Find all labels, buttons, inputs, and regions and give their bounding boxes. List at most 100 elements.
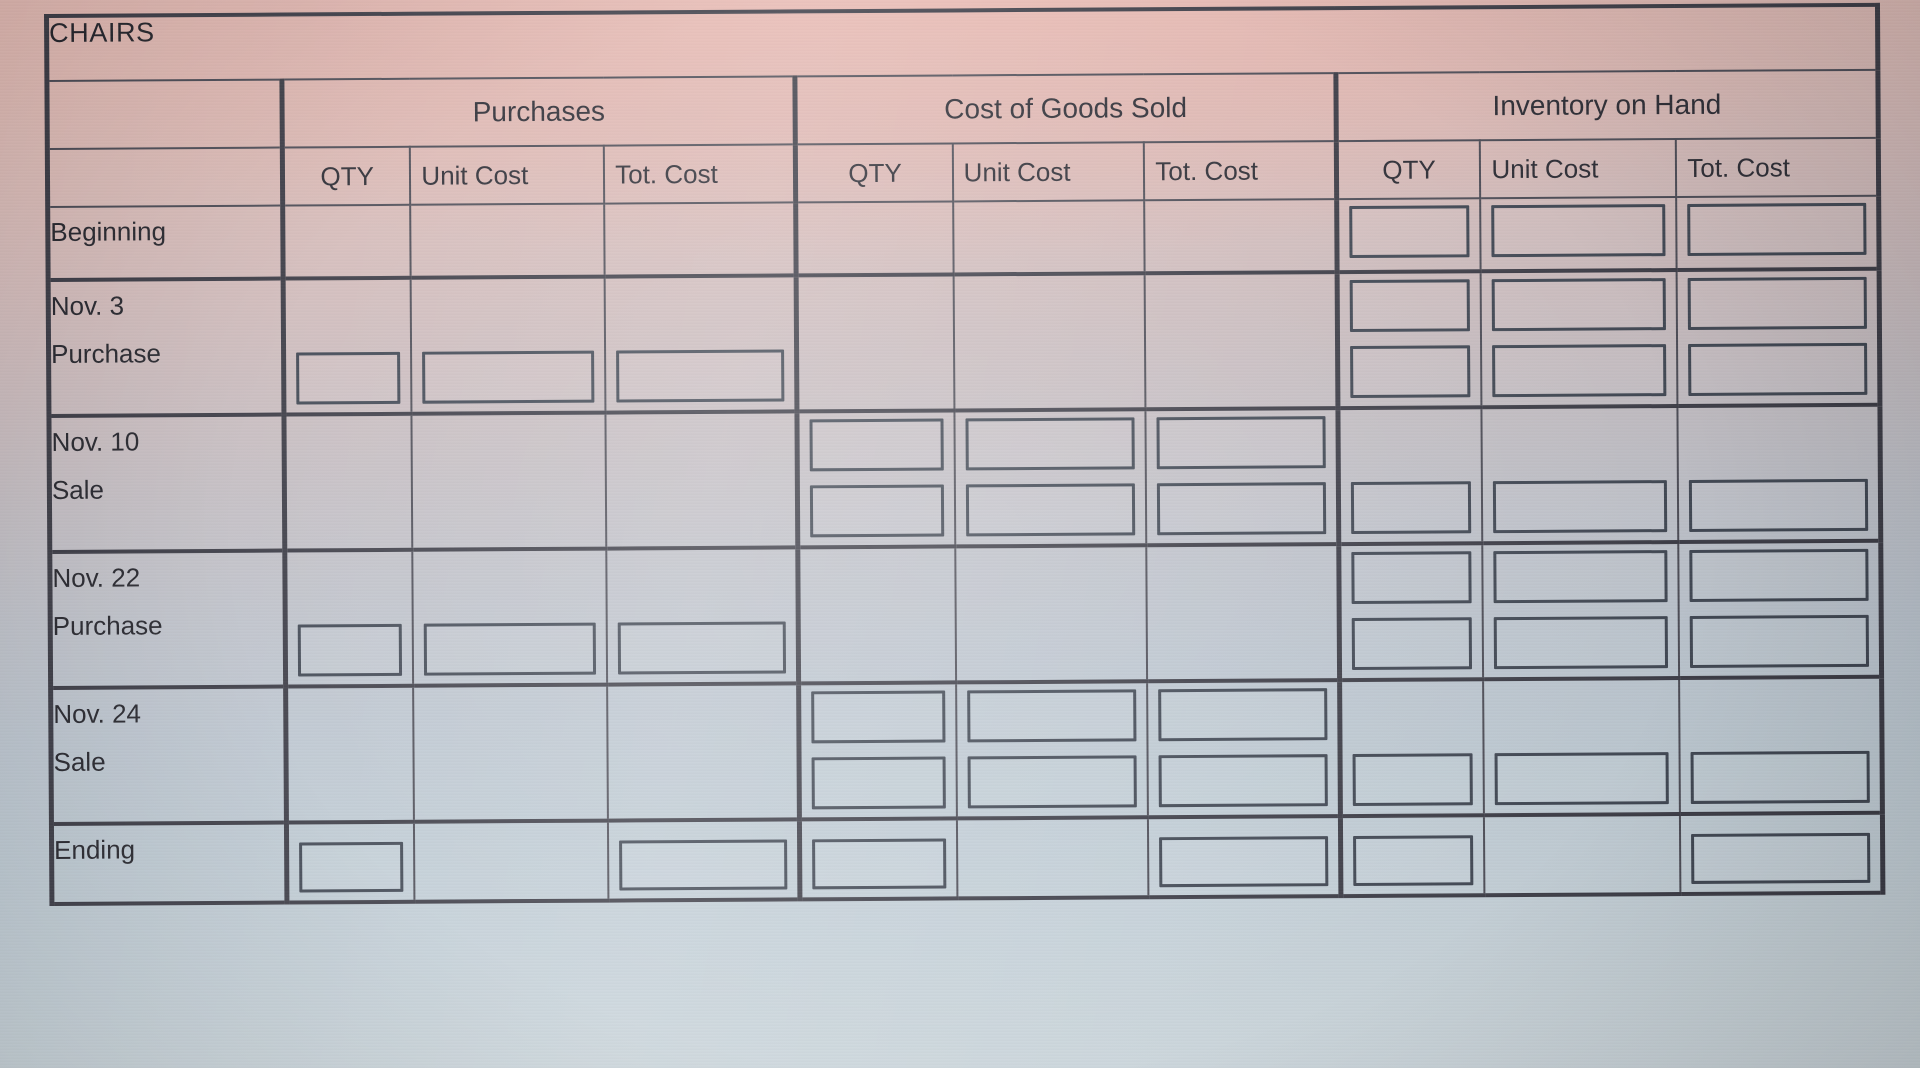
cell-beginning-inventory-unit-cost[interactable]: [1480, 197, 1677, 272]
cell-nov22-purchases-tot-cost[interactable]: [606, 547, 800, 685]
input-nov24-cogs-qty-2[interactable]: [811, 756, 946, 810]
cell-nov10-purchases-tot-cost[interactable]: [605, 411, 799, 549]
cell-nov24-purchases-qty[interactable]: [285, 685, 415, 823]
cell-nov10-cogs-tot-cost[interactable]: [1145, 408, 1339, 546]
input-ending-cogs-qty[interactable]: [812, 838, 946, 890]
cell-nov24-inventory-unit-cost[interactable]: [1483, 678, 1681, 816]
cell-nov22-inventory-unit-cost[interactable]: [1482, 542, 1680, 680]
cell-nov24-inventory-tot-cost[interactable]: [1679, 676, 1883, 815]
cell-beginning-purchases-qty[interactable]: [282, 204, 411, 279]
cell-nov3-cogs-qty[interactable]: [796, 274, 955, 412]
cell-nov3-cogs-unit-cost[interactable]: [953, 273, 1146, 411]
input-nov3-inventory-qty-1[interactable]: [1349, 279, 1471, 333]
cell-nov22-cogs-qty[interactable]: [798, 546, 956, 684]
cell-ending-purchases-unit-cost[interactable]: [414, 820, 609, 902]
cell-ending-inventory-unit-cost[interactable]: [1484, 814, 1681, 896]
cell-beginning-cogs-unit-cost[interactable]: [952, 200, 1145, 275]
input-nov22-purchases-unit-cost[interactable]: [424, 622, 597, 676]
input-nov10-cogs-tot-cost-2[interactable]: [1157, 482, 1326, 536]
cell-nov3-purchases-unit-cost[interactable]: [410, 276, 606, 414]
input-nov24-inventory-unit-cost[interactable]: [1495, 752, 1670, 806]
input-nov22-inventory-tot-cost-2[interactable]: [1690, 614, 1870, 668]
cell-nov10-purchases-qty[interactable]: [283, 413, 413, 551]
cell-nov24-purchases-tot-cost[interactable]: [607, 683, 800, 821]
cell-nov3-inventory-qty[interactable]: [1336, 271, 1482, 409]
input-ending-purchases-qty[interactable]: [299, 841, 404, 893]
cell-nov22-purchases-unit-cost[interactable]: [412, 548, 608, 686]
input-nov22-inventory-unit-cost-1[interactable]: [1493, 550, 1668, 604]
cell-nov22-cogs-unit-cost[interactable]: [954, 545, 1148, 683]
cell-nov10-inventory-unit-cost[interactable]: [1481, 406, 1679, 544]
cell-nov22-inventory-qty[interactable]: [1338, 543, 1484, 681]
input-nov24-inventory-tot-cost[interactable]: [1690, 750, 1870, 804]
cell-ending-inventory-qty[interactable]: [1340, 815, 1485, 897]
cell-beginning-cogs-tot-cost[interactable]: [1144, 199, 1337, 274]
cell-ending-inventory-tot-cost[interactable]: [1680, 812, 1883, 895]
input-nov10-cogs-tot-cost-1[interactable]: [1156, 416, 1326, 470]
cell-nov3-inventory-unit-cost[interactable]: [1481, 270, 1678, 408]
input-nov3-inventory-qty-2[interactable]: [1349, 345, 1471, 399]
cell-nov10-cogs-unit-cost[interactable]: [954, 409, 1147, 547]
input-ending-purchases-tot-cost[interactable]: [619, 839, 788, 891]
input-ending-cogs-tot-cost[interactable]: [1159, 836, 1328, 888]
input-nov24-cogs-tot-cost-1[interactable]: [1158, 688, 1328, 742]
cell-nov24-cogs-tot-cost[interactable]: [1147, 680, 1341, 818]
cell-beginning-inventory-qty[interactable]: [1336, 198, 1482, 273]
input-nov10-cogs-unit-cost-1[interactable]: [965, 417, 1136, 471]
input-nov10-cogs-qty-1[interactable]: [809, 418, 944, 472]
input-nov24-cogs-unit-cost-1[interactable]: [966, 689, 1137, 743]
input-beginning-inventory-tot-cost[interactable]: [1687, 202, 1867, 256]
cell-nov10-inventory-tot-cost[interactable]: [1677, 404, 1881, 543]
cell-nov24-purchases-unit-cost[interactable]: [413, 684, 609, 822]
input-ending-inventory-tot-cost[interactable]: [1691, 832, 1871, 884]
cell-nov3-purchases-qty[interactable]: [283, 277, 412, 415]
cell-ending-cogs-unit-cost[interactable]: [956, 817, 1149, 899]
input-nov3-inventory-tot-cost-1[interactable]: [1687, 276, 1867, 330]
cell-nov10-cogs-qty[interactable]: [797, 410, 955, 548]
input-nov3-inventory-unit-cost-1[interactable]: [1492, 278, 1667, 332]
cell-nov3-inventory-tot-cost[interactable]: [1676, 268, 1880, 407]
input-nov22-inventory-qty-1[interactable]: [1350, 551, 1473, 605]
cell-nov24-cogs-qty[interactable]: [799, 682, 957, 820]
input-nov3-inventory-unit-cost-2[interactable]: [1492, 344, 1667, 398]
cell-ending-cogs-tot-cost[interactable]: [1148, 816, 1341, 898]
cell-nov24-cogs-unit-cost[interactable]: [955, 681, 1149, 819]
cell-nov3-cogs-tot-cost[interactable]: [1144, 272, 1338, 410]
cell-ending-cogs-qty[interactable]: [799, 818, 958, 900]
cell-beginning-purchases-tot-cost[interactable]: [604, 202, 797, 277]
cell-beginning-inventory-tot-cost[interactable]: [1676, 195, 1880, 271]
input-nov22-inventory-qty-2[interactable]: [1351, 617, 1473, 671]
cell-beginning-purchases-unit-cost[interactable]: [410, 203, 605, 278]
input-beginning-inventory-unit-cost[interactable]: [1491, 204, 1666, 258]
cell-nov22-inventory-tot-cost[interactable]: [1678, 540, 1882, 679]
input-nov3-inventory-tot-cost-2[interactable]: [1688, 342, 1868, 396]
cell-nov22-purchases-qty[interactable]: [284, 549, 414, 687]
input-nov10-cogs-unit-cost-2[interactable]: [965, 483, 1136, 537]
input-nov22-inventory-unit-cost-2[interactable]: [1494, 616, 1669, 670]
cell-nov3-purchases-tot-cost[interactable]: [604, 275, 798, 413]
input-nov10-cogs-qty-2[interactable]: [810, 484, 944, 538]
table-row-nov10-sale: Nov. 10 Sale: [48, 404, 1881, 552]
input-nov24-cogs-tot-cost-2[interactable]: [1158, 754, 1328, 808]
input-nov24-cogs-qty-1[interactable]: [811, 690, 946, 744]
cell-beginning-cogs-qty[interactable]: [796, 201, 954, 276]
cell-ending-purchases-tot-cost[interactable]: [608, 819, 801, 901]
input-nov3-purchases-unit-cost[interactable]: [422, 350, 595, 404]
cell-ending-purchases-qty[interactable]: [286, 821, 415, 903]
input-nov22-inventory-tot-cost-1[interactable]: [1689, 548, 1869, 602]
input-ending-inventory-qty[interactable]: [1352, 835, 1474, 887]
input-beginning-inventory-qty[interactable]: [1348, 205, 1470, 259]
input-nov10-inventory-qty[interactable]: [1350, 481, 1472, 535]
input-nov24-cogs-unit-cost-2[interactable]: [967, 755, 1138, 809]
input-nov22-purchases-tot-cost[interactable]: [617, 621, 787, 675]
cell-nov24-inventory-qty[interactable]: [1339, 679, 1485, 817]
input-nov10-inventory-unit-cost[interactable]: [1493, 480, 1668, 534]
input-nov24-inventory-qty[interactable]: [1352, 753, 1474, 807]
input-nov10-inventory-tot-cost[interactable]: [1689, 478, 1869, 532]
cell-nov10-inventory-qty[interactable]: [1337, 407, 1483, 545]
cell-nov22-cogs-tot-cost[interactable]: [1146, 544, 1340, 682]
input-nov3-purchases-tot-cost[interactable]: [616, 349, 785, 403]
input-nov22-purchases-qty[interactable]: [297, 623, 403, 677]
input-nov3-purchases-qty[interactable]: [296, 351, 401, 405]
cell-nov10-purchases-unit-cost[interactable]: [411, 412, 607, 550]
